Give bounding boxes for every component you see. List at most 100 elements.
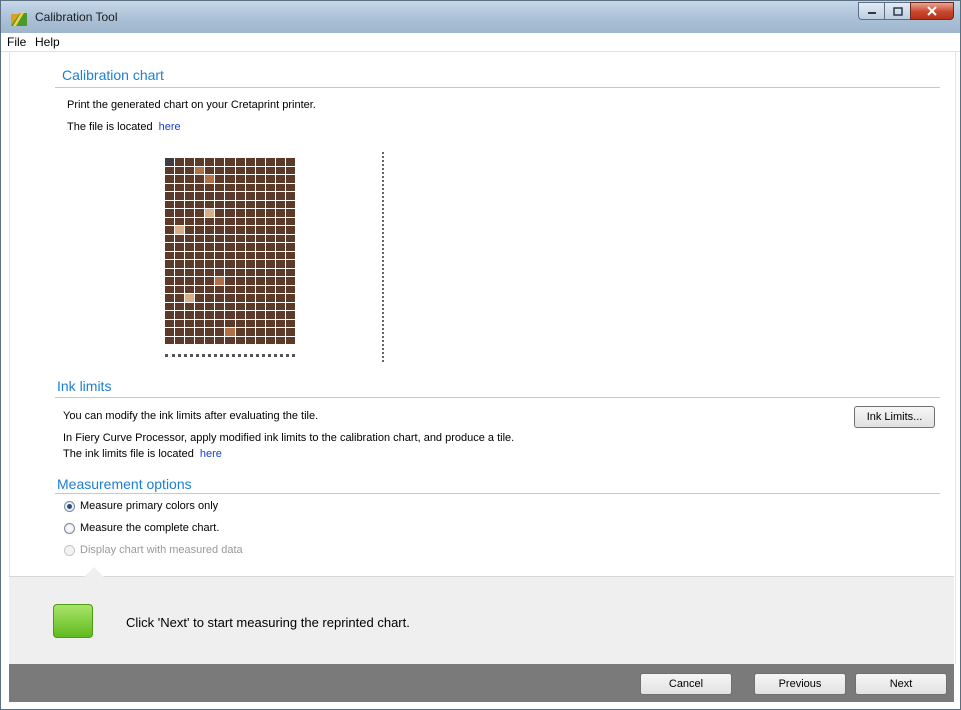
color-patch (235, 234, 245, 242)
next-button[interactable]: Next (855, 673, 947, 695)
color-patch (195, 277, 205, 285)
color-patch (195, 209, 205, 217)
ink-instruction-1: You can modify the ink limits after eval… (63, 410, 319, 422)
title-bar[interactable]: Calibration Tool (1, 1, 960, 34)
color-patch (215, 175, 225, 183)
color-patch (285, 277, 295, 285)
status-indicator-icon (53, 604, 93, 638)
calibration-file-link[interactable]: here (159, 121, 181, 133)
color-patch (215, 268, 225, 276)
color-patch (255, 336, 265, 344)
ink-limits-button[interactable]: Ink Limits... (854, 406, 935, 428)
color-patch (245, 336, 255, 344)
color-patch (265, 175, 275, 183)
calibration-section-title: Calibration chart (62, 67, 164, 83)
color-patch (195, 166, 205, 174)
color-patch (225, 243, 235, 251)
color-patch (165, 217, 175, 225)
color-patch (205, 234, 215, 242)
color-patch (265, 311, 275, 319)
color-patch (225, 166, 235, 174)
color-patch (275, 243, 285, 251)
color-patch (255, 200, 265, 208)
ink-file-link[interactable]: here (200, 448, 222, 460)
color-patch (235, 217, 245, 225)
color-patch (175, 175, 185, 183)
color-patch (285, 175, 295, 183)
color-patch (275, 302, 285, 310)
window-title: Calibration Tool (35, 10, 118, 24)
color-patch (205, 217, 215, 225)
color-patch (265, 277, 275, 285)
menu-help[interactable]: Help (35, 35, 60, 49)
color-patch (275, 166, 285, 174)
color-patch (205, 302, 215, 310)
color-patch (245, 158, 255, 166)
calibration-file-location: The file is located here (67, 121, 181, 133)
color-patch (165, 209, 175, 217)
previous-button[interactable]: Previous (754, 673, 846, 695)
calibration-instruction: Print the generated chart on your Cretap… (67, 99, 316, 111)
measure-complete-radio[interactable] (64, 523, 75, 534)
color-patch (215, 285, 225, 293)
color-patch (215, 158, 225, 166)
color-patch (195, 328, 205, 336)
color-patch (255, 268, 265, 276)
color-patch (255, 183, 265, 191)
color-patch (245, 260, 255, 268)
color-patch (285, 268, 295, 276)
color-patch (265, 243, 275, 251)
measure-primary-radio[interactable] (64, 501, 75, 512)
color-patch (185, 234, 195, 242)
color-patch (165, 302, 175, 310)
color-patch (225, 328, 235, 336)
measure-complete-label[interactable]: Measure the complete chart. (80, 522, 219, 534)
color-patch (175, 200, 185, 208)
color-patch (285, 158, 295, 166)
cancel-button[interactable]: Cancel (640, 673, 732, 695)
color-patch (225, 158, 235, 166)
color-patch (245, 234, 255, 242)
menu-file[interactable]: File (7, 35, 26, 49)
color-patch (165, 319, 175, 327)
color-patch (255, 243, 265, 251)
color-patch (245, 217, 255, 225)
color-patch (235, 183, 245, 191)
color-patch (205, 319, 215, 327)
color-patch (245, 200, 255, 208)
color-patch (265, 319, 275, 327)
color-patch (195, 243, 205, 251)
color-patch (195, 183, 205, 191)
measure-primary-label[interactable]: Measure primary colors only (80, 500, 218, 512)
color-patch (205, 243, 215, 251)
color-patch (205, 192, 215, 200)
color-patch (205, 328, 215, 336)
status-message: Click 'Next' to start measuring the repr… (126, 615, 410, 630)
color-patch (165, 226, 175, 234)
color-patch (175, 158, 185, 166)
color-patch (175, 328, 185, 336)
color-patch (245, 268, 255, 276)
color-patch (175, 336, 185, 344)
color-patch (245, 251, 255, 259)
color-patch (275, 183, 285, 191)
color-patch (235, 192, 245, 200)
color-patch (265, 251, 275, 259)
color-patch (195, 294, 205, 302)
color-patch (225, 200, 235, 208)
color-patch (225, 251, 235, 259)
close-button[interactable] (910, 2, 954, 20)
maximize-button[interactable] (884, 2, 910, 20)
color-patch (265, 234, 275, 242)
color-patch (165, 294, 175, 302)
color-patch (275, 234, 285, 242)
color-patch (285, 260, 295, 268)
ink-file-location: The ink limits file is located here (63, 448, 222, 460)
color-patch (185, 166, 195, 174)
color-patch (175, 294, 185, 302)
color-patch (245, 183, 255, 191)
color-patch (255, 192, 265, 200)
color-patch (235, 336, 245, 344)
color-patch (265, 200, 275, 208)
minimize-button[interactable] (858, 2, 884, 20)
